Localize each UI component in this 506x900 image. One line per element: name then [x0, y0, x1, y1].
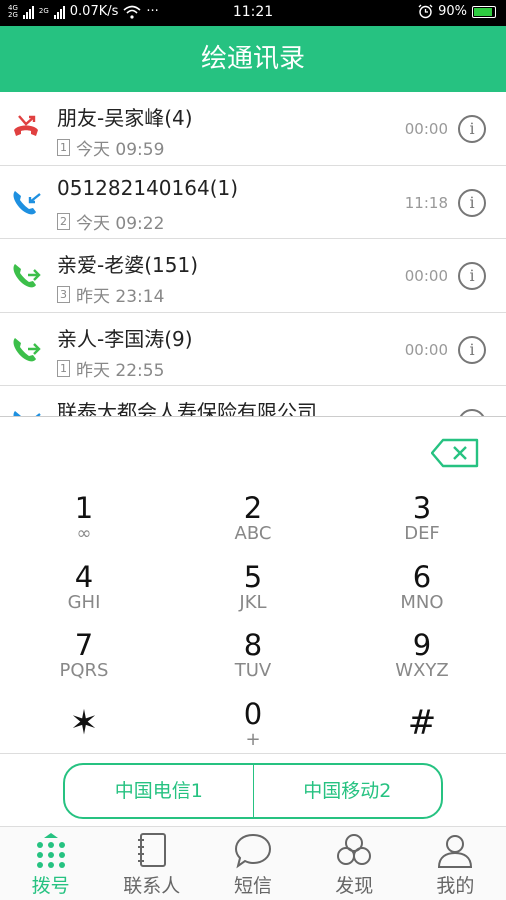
call-duration: 11:18: [404, 193, 448, 212]
sim-select-bar: 中国电信1 中国移动2: [0, 753, 506, 826]
info-icon[interactable]: i: [458, 188, 486, 217]
call-time: 今天 09:22: [76, 213, 165, 234]
key-digit: 1: [74, 491, 94, 525]
key-digit: 9: [412, 628, 432, 662]
divider: [0, 416, 506, 417]
dial-sim2-button[interactable]: 中国移动2: [252, 765, 442, 817]
sim-card-icon: 1: [57, 139, 70, 156]
status-bar: 4G 2G 2G 0.07K/s ··· 11:21 90%: [0, 0, 506, 26]
dial-key-3[interactable]: 4 GHI: [0, 561, 168, 629]
key-letters: +: [245, 729, 261, 750]
battery-percent: 90%: [438, 4, 467, 19]
key-letters: JKL: [239, 592, 267, 613]
key-digit: 3: [412, 491, 432, 525]
call-meta: 1 今天 09:59: [57, 135, 164, 160]
call-meta: 1 昨天 22:55: [57, 356, 164, 381]
call-meta: 3 昨天 23:14: [57, 282, 164, 307]
call-duration: 00:00: [404, 340, 448, 359]
tab-messages[interactable]: 短信: [202, 827, 303, 900]
call-log-item[interactable]: 联泰大都会人寿保险有限公司… i: [0, 386, 506, 416]
incoming-call-icon: [13, 190, 41, 214]
info-icon[interactable]: i: [458, 335, 486, 364]
status-right: 90%: [418, 4, 496, 19]
call-log-list[interactable]: 朋友-吴家峰(4) 1 今天 09:59 00:00 i 051282140164…: [0, 92, 506, 416]
dial-key-8[interactable]: 9 WXYZ: [338, 629, 506, 697]
call-time: 昨天 22:55: [76, 360, 165, 381]
info-icon[interactable]: i: [458, 262, 486, 290]
tab-label: 短信: [234, 875, 273, 897]
key-letters: ABC: [234, 523, 272, 544]
contact-name: 051282140164(1): [57, 175, 239, 200]
tab-contacts[interactable]: 联系人: [101, 827, 202, 900]
outgoing-call-icon: [13, 337, 41, 361]
key-letters: ∞: [76, 523, 92, 544]
info-icon[interactable]: i: [458, 115, 486, 143]
contact-name: 朋友-吴家峰(4): [57, 106, 193, 130]
key-digit: 7: [74, 628, 94, 662]
contact-name: 亲人-李国涛(9): [57, 326, 193, 351]
info-icon[interactable]: i: [458, 409, 486, 416]
key-digit: ✶: [69, 703, 99, 743]
contact-name: 亲爱-老婆(151): [57, 253, 198, 277]
dial-key-0[interactable]: 1 ∞: [0, 492, 168, 560]
key-digit: 0: [243, 697, 263, 731]
call-time: 今天 09:59: [76, 140, 165, 160]
key-letters: GHI: [67, 592, 101, 613]
incoming-call-icon: [13, 411, 41, 416]
backspace-icon[interactable]: [431, 438, 479, 468]
tab-label: 拨号: [31, 875, 70, 897]
key-digit: 2: [243, 491, 263, 525]
key-digit: 5: [243, 560, 263, 594]
key-digit: #: [407, 703, 437, 743]
dial-key-5[interactable]: 6 MNO: [338, 561, 506, 629]
key-digit: 6: [412, 560, 432, 594]
call-duration: 00:00: [404, 267, 448, 285]
tab-label: 联系人: [123, 875, 181, 897]
battery-icon: [472, 5, 496, 18]
tab-profile[interactable]: 我的: [405, 827, 506, 900]
tab-dial[interactable]: 拨号: [0, 827, 101, 900]
key-letters: DEF: [404, 523, 440, 544]
missed-call-icon: [14, 115, 38, 136]
dial-key-7[interactable]: 8 TUV: [169, 629, 337, 697]
alarm-icon: [418, 4, 433, 19]
tab-discover[interactable]: 发现: [304, 827, 405, 900]
discover-icon: [337, 834, 372, 865]
page-title: 绘通讯录: [200, 44, 305, 74]
bottom-tab-bar: 拨号 联系人 短信 发现 我的: [0, 826, 506, 900]
contact-name: 联泰大都会人寿保险有限公司…: [57, 400, 337, 416]
key-digit: 8: [243, 628, 263, 662]
call-log-item[interactable]: 朋友-吴家峰(4) 1 今天 09:59 00:00 i: [0, 92, 506, 166]
contacts-book-icon: [137, 833, 166, 867]
key-letters: WXYZ: [395, 660, 449, 681]
tab-label: 发现: [335, 875, 374, 897]
tab-label: 我的: [436, 875, 475, 897]
app-header: 绘通讯录: [0, 26, 506, 92]
call-log-item[interactable]: 051282140164(1) 2 今天 09:22 11:18 i: [0, 166, 506, 239]
dial-key-1[interactable]: 2 ABC: [169, 492, 337, 560]
call-log-item[interactable]: 亲人-李国涛(9) 1 昨天 22:55 00:00 i: [0, 313, 506, 386]
key-letters: MNO: [400, 592, 444, 613]
message-bubble-icon: [234, 833, 272, 869]
dialpad-icon: [36, 833, 65, 868]
sim-select-pill: 中国电信1 中国移动2: [63, 763, 443, 819]
dial-key-4[interactable]: 5 JKL: [169, 561, 337, 629]
profile-icon: [438, 835, 473, 868]
sim-card-icon: 1: [57, 359, 70, 377]
key-digit: 4: [74, 560, 94, 594]
call-meta: 2 今天 09:22: [57, 209, 164, 234]
call-time: 昨天 23:14: [76, 287, 165, 307]
outgoing-call-icon: [13, 264, 41, 288]
dial-key-2[interactable]: 3 DEF: [338, 492, 506, 560]
sim-card-icon: 2: [57, 212, 70, 230]
dial-key-6[interactable]: 7 PQRS: [0, 629, 168, 697]
key-letters: TUV: [234, 660, 272, 681]
key-letters: PQRS: [59, 660, 109, 681]
sim-card-icon: 3: [57, 286, 70, 303]
call-duration: 00:00: [404, 120, 448, 138]
dial-keypad: 1 ∞ 2 ABC 3 DEF 4 GHI 5 JKL 6 MNO 7 PQRS 8 TUV 9 WXYZ ✶ 0 + #: [0, 487, 506, 753]
dial-sim1-button[interactable]: 中国电信1: [65, 765, 253, 817]
call-log-item[interactable]: 亲爱-老婆(151) 3 昨天 23:14 00:00 i: [0, 239, 506, 313]
